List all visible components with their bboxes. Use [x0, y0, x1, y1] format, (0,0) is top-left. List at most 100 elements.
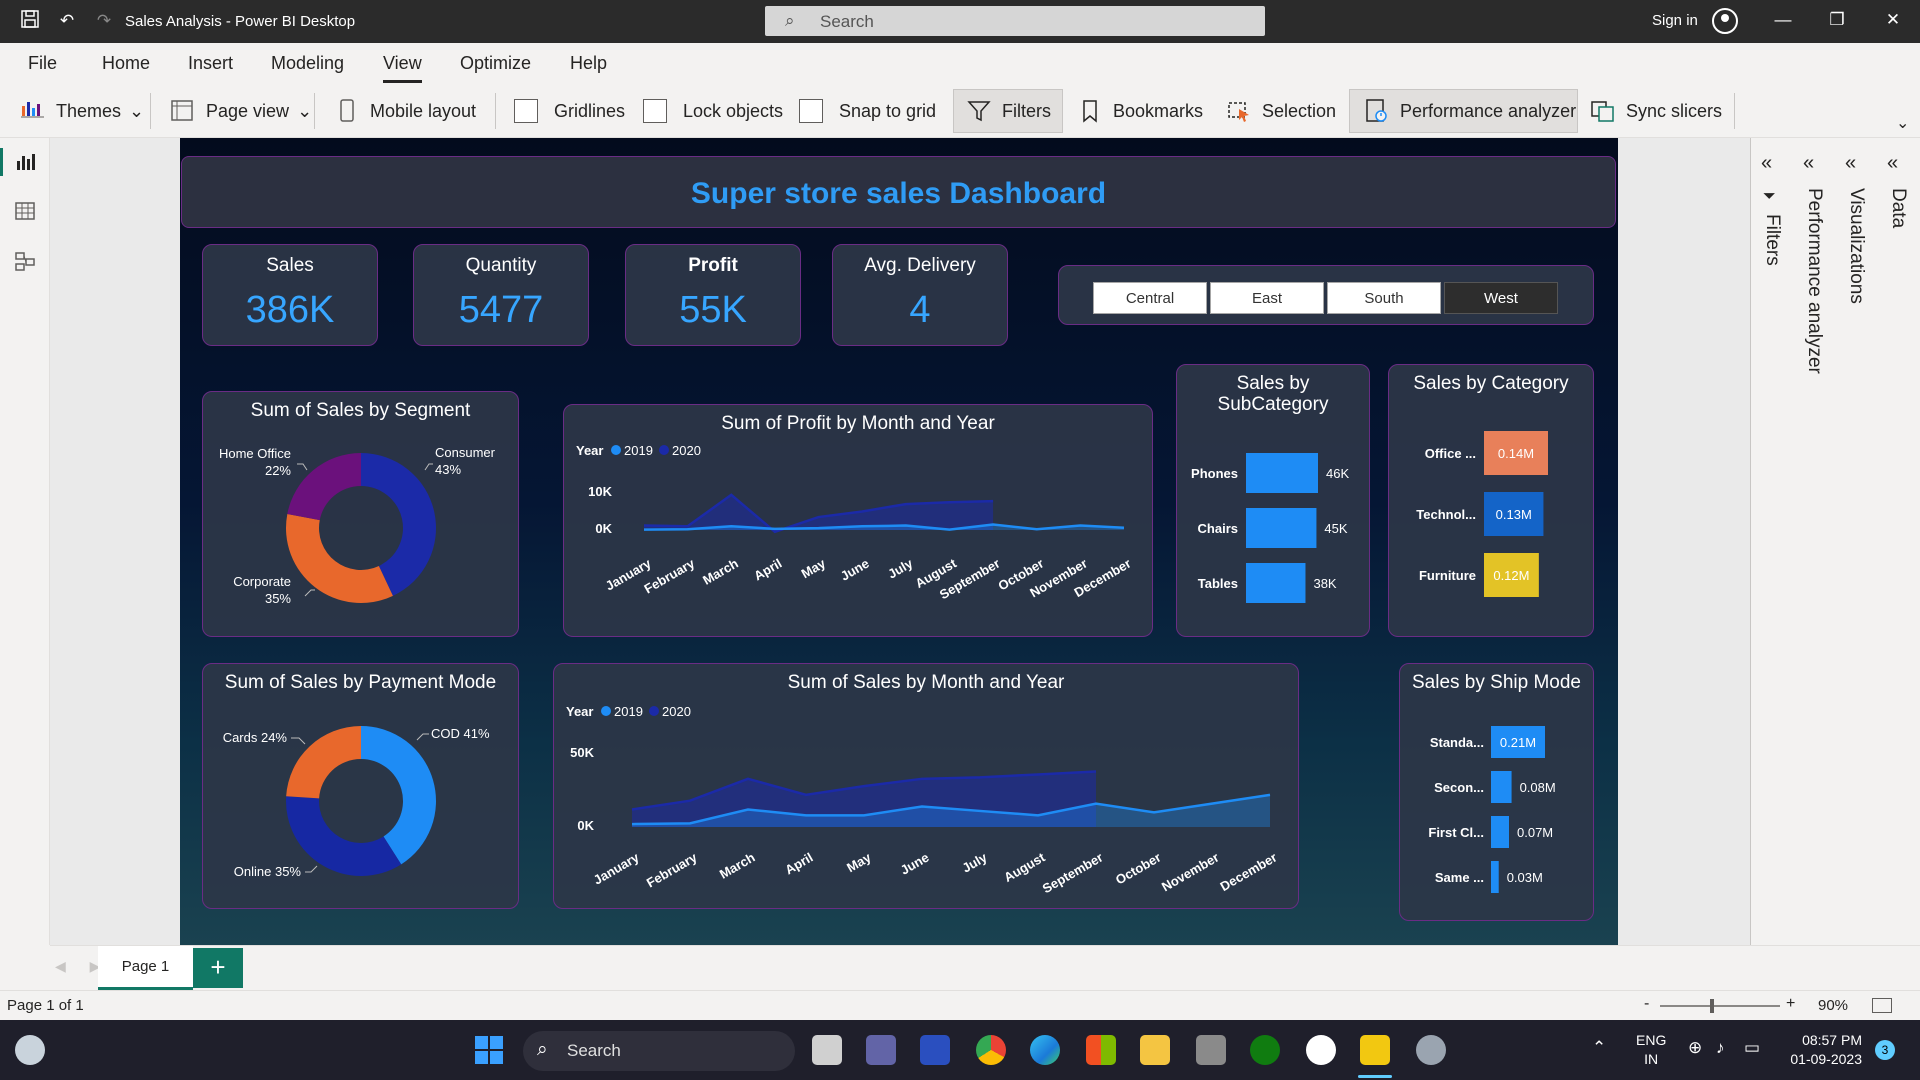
notification-badge[interactable]: 3	[1875, 1040, 1895, 1060]
expand-chevron-icon[interactable]: «	[1803, 152, 1814, 175]
selection-button[interactable]: Selection	[1226, 89, 1336, 133]
snap-to-grid-checkbox[interactable]	[799, 99, 823, 123]
bar[interactable]	[1246, 563, 1306, 603]
chevron-up-icon[interactable]: ⌃	[1592, 1038, 1606, 1058]
menu-optimize[interactable]: Optimize	[460, 53, 531, 74]
kpi-card-quantity[interactable]: Quantity 5477	[413, 244, 589, 346]
bar[interactable]	[1491, 816, 1509, 848]
sync-slicers-button[interactable]: Sync slicers	[1590, 89, 1722, 133]
performance-analyzer-button[interactable]: Performance analyzer	[1349, 89, 1578, 133]
slicer-option-central[interactable]: Central	[1093, 282, 1207, 314]
visualizations-pane-collapsed[interactable]: « Visualizations	[1835, 138, 1877, 945]
donut-slice-2[interactable]	[286, 726, 361, 799]
language-indicator[interactable]: ENG IN	[1636, 1031, 1666, 1069]
account-icon[interactable]	[1712, 8, 1738, 34]
model-view-icon[interactable]	[14, 250, 36, 272]
filters-pane-button[interactable]: Filters	[953, 89, 1063, 133]
add-page-button[interactable]: +	[193, 948, 243, 988]
minimize-icon[interactable]: —	[1768, 10, 1798, 30]
start-icon[interactable]	[474, 1035, 504, 1065]
ribbon-expand-chevron-icon[interactable]: ⌄	[1896, 113, 1909, 133]
zoom-slider-thumb[interactable]	[1710, 999, 1714, 1013]
donut-slice-2[interactable]	[287, 453, 361, 521]
volume-icon[interactable]: ♪	[1716, 1038, 1725, 1058]
gridlines-toggle[interactable]: Gridlines	[514, 89, 625, 133]
menu-view[interactable]: View	[383, 53, 422, 83]
themes-button[interactable]: Themes ⌄	[20, 89, 144, 133]
performance-pane-collapsed[interactable]: « Performance analyzer	[1793, 138, 1835, 945]
xbox-icon[interactable]	[1250, 1035, 1280, 1065]
region-code: IN	[1644, 1051, 1659, 1067]
search-input[interactable]: ⌕ Search	[765, 6, 1265, 36]
taskbar-search[interactable]: ⌕ Search	[523, 1031, 795, 1071]
page-view-button[interactable]: Page view ⌄	[170, 89, 312, 133]
chrome-icon[interactable]	[976, 1035, 1006, 1065]
zoom-slider[interactable]	[1660, 1005, 1780, 1007]
file-explorer-icon[interactable]	[1140, 1035, 1170, 1065]
clock[interactable]: 08:57 PM 01-09-2023	[1782, 1031, 1862, 1069]
filters-pane-collapsed[interactable]: « ⏷ Filters	[1751, 138, 1793, 945]
bookmarks-button[interactable]: Bookmarks	[1077, 89, 1203, 133]
sales-by-month-visual[interactable]: Sum of Sales by Month and Year Year 2019…	[553, 663, 1299, 909]
network-icon[interactable]: ⊕	[1688, 1038, 1702, 1058]
category-bar-visual[interactable]: Sales by Category Office ... 0.14M Technol…	[1388, 364, 1594, 637]
settings-icon[interactable]	[1416, 1035, 1446, 1065]
bar[interactable]	[1246, 453, 1318, 493]
page-tab-1[interactable]: Page 1	[98, 946, 193, 990]
data-pane-collapsed[interactable]: « Data	[1877, 138, 1919, 945]
app-icon[interactable]	[1196, 1035, 1226, 1065]
slicer-option-east[interactable]: East	[1210, 282, 1324, 314]
store-icon[interactable]	[1086, 1035, 1116, 1065]
sync-slicers-label: Sync slicers	[1626, 100, 1723, 121]
slicer-option-south[interactable]: South	[1327, 282, 1441, 314]
expand-chevron-icon[interactable]: «	[1887, 152, 1898, 175]
sign-in-link[interactable]: Sign in	[1652, 12, 1698, 29]
expand-chevron-icon[interactable]: «	[1761, 152, 1772, 175]
profit-by-month-visual[interactable]: Sum of Profit by Month and Year Year 201…	[563, 404, 1153, 637]
restore-icon[interactable]: ❐	[1822, 10, 1852, 30]
donut-slice-1[interactable]	[286, 796, 402, 876]
donut-slice-1[interactable]	[286, 513, 393, 603]
segment-donut-visual[interactable]: Sum of Sales by Segment Consumer 43% Cor…	[202, 391, 519, 637]
power-bi-icon[interactable]	[1360, 1035, 1390, 1065]
kpi-card-profit[interactable]: Profit 55K	[625, 244, 801, 346]
weather-icon[interactable]	[15, 1035, 45, 1065]
zoom-in-button[interactable]: +	[1786, 995, 1795, 1013]
gridlines-checkbox[interactable]	[514, 99, 538, 123]
bar-category-label: Chairs	[1198, 521, 1238, 536]
slicer-option-west[interactable]: West	[1444, 282, 1558, 314]
mobile-layout-button[interactable]: Mobile layout	[334, 89, 476, 133]
close-icon[interactable]: ✕	[1878, 10, 1908, 30]
snap-to-grid-toggle[interactable]: Snap to grid	[799, 89, 936, 133]
bar[interactable]	[1491, 861, 1499, 893]
menu-insert[interactable]: Insert	[188, 53, 233, 74]
menu-help[interactable]: Help	[570, 53, 607, 74]
table-view-icon[interactable]	[14, 200, 36, 222]
battery-icon[interactable]: ▭	[1744, 1038, 1760, 1058]
slice-label: Corporate	[233, 574, 291, 589]
save-icon[interactable]	[18, 9, 42, 33]
payment-donut-visual[interactable]: Sum of Sales by Payment Mode COD 41% Onl…	[202, 663, 519, 909]
bar[interactable]	[1246, 508, 1317, 548]
app-icon[interactable]	[920, 1035, 950, 1065]
subcategory-bar-visual[interactable]: Sales by SubCategory Phones 46K Chairs 45K T…	[1176, 364, 1370, 637]
app-icon[interactable]	[1306, 1035, 1336, 1065]
undo-icon[interactable]: ↶	[55, 9, 79, 33]
teams-icon[interactable]	[866, 1035, 896, 1065]
task-view-icon[interactable]	[812, 1035, 842, 1065]
lock-objects-checkbox[interactable]	[643, 99, 667, 123]
kpi-card-sales[interactable]: Sales 386K	[202, 244, 378, 346]
menu-home[interactable]: Home	[102, 53, 150, 74]
redo-icon[interactable]: ↷	[92, 9, 116, 33]
menu-modeling[interactable]: Modeling	[271, 53, 344, 74]
edge-icon[interactable]	[1030, 1035, 1060, 1065]
shipmode-bar-visual[interactable]: Sales by Ship Mode Standa... 0.21M Secon..…	[1399, 663, 1594, 921]
fit-to-page-icon[interactable]	[1872, 998, 1892, 1013]
kpi-card-avg-delivery[interactable]: Avg. Delivery 4	[832, 244, 1008, 346]
expand-chevron-icon[interactable]: «	[1845, 152, 1856, 175]
report-view-icon[interactable]	[14, 151, 36, 173]
bar[interactable]	[1491, 771, 1512, 803]
menu-file[interactable]: File	[28, 53, 57, 74]
lock-objects-toggle[interactable]: Lock objects	[643, 89, 783, 133]
zoom-out-button[interactable]: -	[1644, 995, 1649, 1013]
